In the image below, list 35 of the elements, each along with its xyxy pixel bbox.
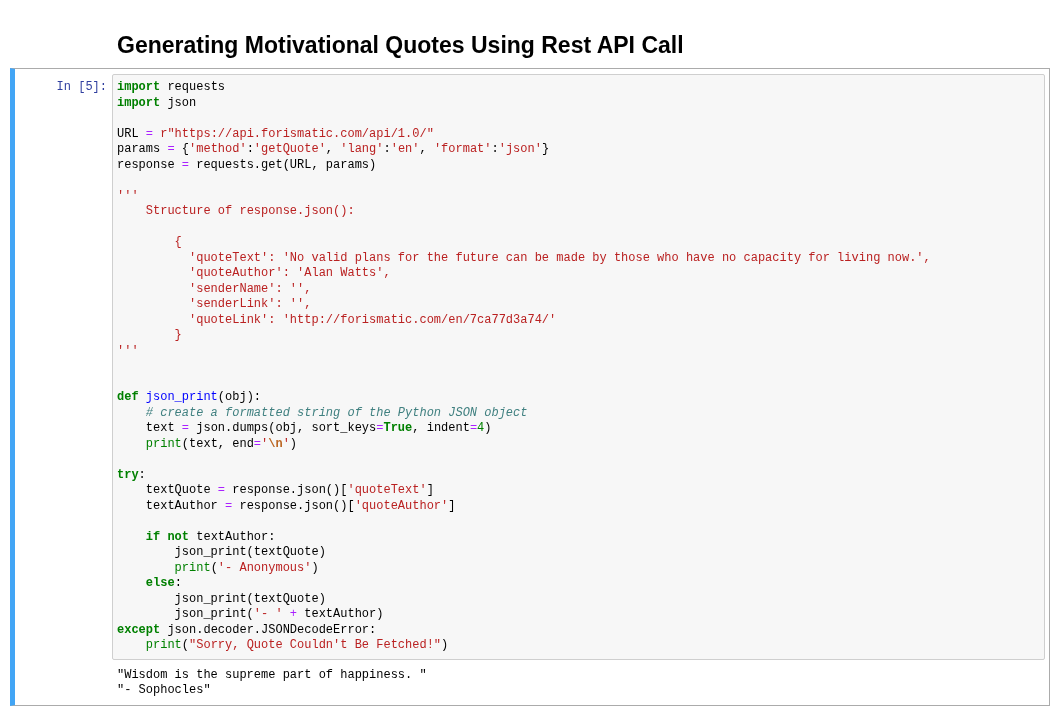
code-line: 'senderName': '', [189,281,312,297]
code-line: else: [145,576,182,592]
code-line: Structure of response.json(): [145,204,355,220]
code-line: json_print(textQuote) [174,545,326,561]
code-line: text = json.dumps(obj, sort_keys=True, indent=4) [145,421,492,437]
code-line: 'quoteAuthor': 'Alan Watts', [189,266,391,282]
notebook-heading: Generating Motivational Quotes Using Rest API Call [117,31,685,59]
code-line: ''' [117,188,139,204]
code-editor[interactable] [112,74,1045,660]
code-line: try: [117,467,146,483]
code-line: response = requests.get(URL, params) [117,157,377,173]
code-line: if not textAuthor: [145,529,276,545]
code-line: { [174,235,182,251]
code-line: import json [117,95,197,111]
output-line: "- Sophocles" [117,683,211,699]
code-line: json_print(textQuote) [174,591,326,607]
code-line: json_print('- ' + textAuthor) [174,607,384,623]
code-line: URL = r"https://api.forismatic.com/api/1.0/" [117,126,434,142]
code-line: } [174,328,182,344]
input-prompt: In [5]: [55,79,108,96]
code-line: params = {'method':'getQuote', 'lang':'en', 'format':'json'} [117,142,550,158]
code-line: textQuote = response.json()['quoteText'] [145,483,434,499]
code-line: ''' [117,343,139,359]
code-line: 'quoteLink': 'http://forismatic.com/en/7ca77d3a74/' [189,312,557,328]
code-line: def json_print(obj): [117,390,262,406]
code-line: import requests [117,80,226,96]
code-line: # create a formatted string of the Python JSON object [145,405,528,421]
code-line: except json.decoder.JSONDecodeError: [117,622,377,638]
output-line: "Wisdom is the supreme part of happiness. " [117,667,427,683]
code-line: print('- Anonymous') [174,560,319,576]
code-line: print("Sorry, Quote Couldn't Be Fetched!") [145,638,449,654]
code-line: 'senderLink': '', [189,297,312,313]
code-line: textAuthor = response.json()['quoteAuthor'] [145,498,456,514]
code-line: 'quoteText': 'No valid plans for the future can be made by those who have no capacity for living now.', [189,250,931,266]
code-line: print(text, end='\n') [145,436,298,452]
